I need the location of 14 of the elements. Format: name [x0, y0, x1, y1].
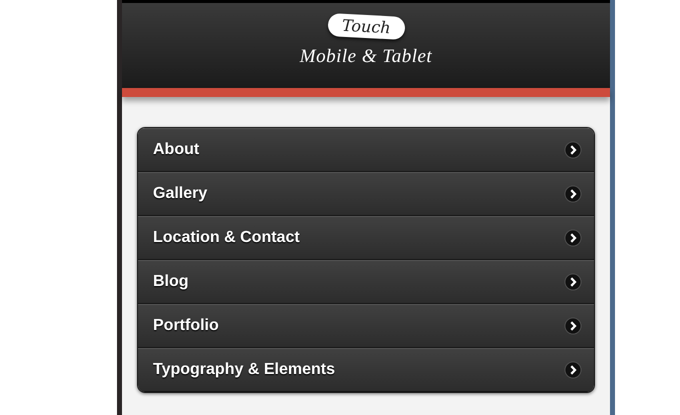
- menu-item[interactable]: Gallery: [138, 172, 594, 216]
- chevron-right-icon: [564, 273, 582, 291]
- chevron-right-icon: [564, 317, 582, 335]
- menu-item[interactable]: Blog: [138, 260, 594, 304]
- menu-item[interactable]: Typography & Elements: [138, 348, 594, 392]
- menu-item[interactable]: Location & Contact: [138, 216, 594, 260]
- menu-item[interactable]: Portfolio: [138, 304, 594, 348]
- chevron-right-icon: [564, 361, 582, 379]
- chevron-right-icon: [564, 185, 582, 203]
- site-tagline: Mobile & Tablet: [300, 46, 432, 68]
- chevron-right-icon: [564, 229, 582, 247]
- chevron-right-icon: [564, 141, 582, 159]
- menu-item[interactable]: About: [138, 128, 594, 172]
- logo[interactable]: Touch: [327, 13, 405, 40]
